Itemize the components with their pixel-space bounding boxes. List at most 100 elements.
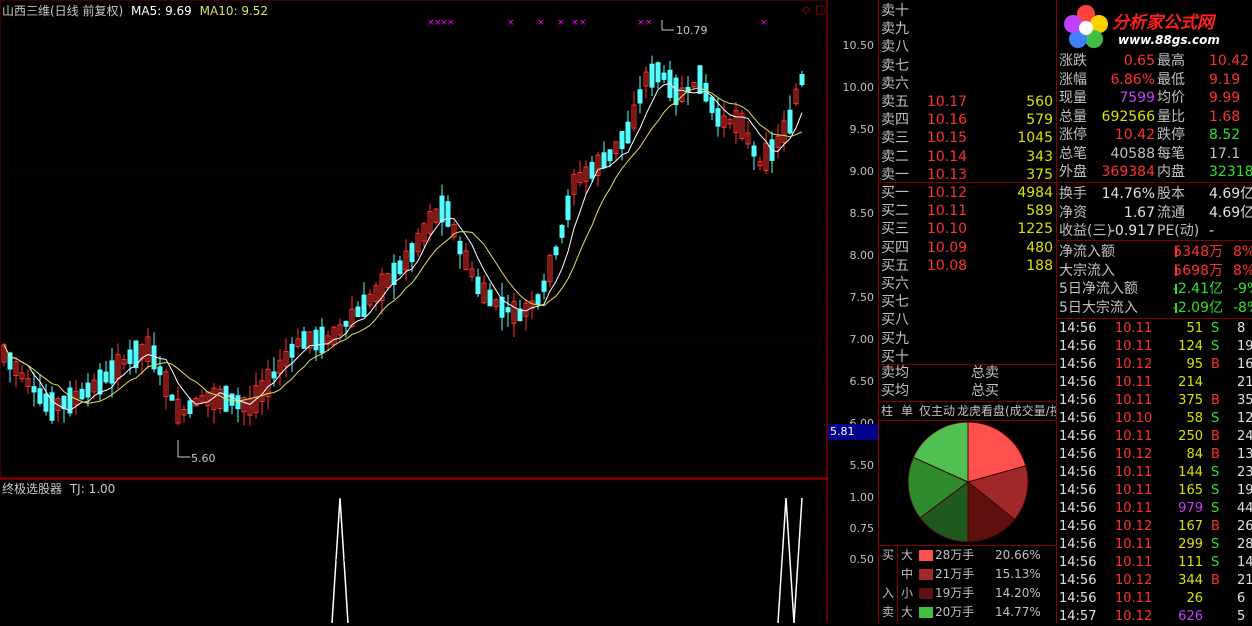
quote-row: 换手 14.76% 股本 4.69亿 [1057, 185, 1252, 203]
diamond-icon[interactable]: ◇ [802, 3, 810, 16]
sell-order-row[interactable]: 卖五 10.17 560 [879, 93, 1057, 111]
buy-order-row[interactable]: 买一 10.12 4984 [879, 184, 1057, 202]
buy-order-row[interactable]: 买九 [879, 330, 1057, 348]
tick-row[interactable]: 14:56 10.12 167 B 26 [1057, 518, 1252, 536]
candle [103, 371, 109, 383]
flow-value: -2.41亿 [1172, 281, 1223, 297]
indicator-name: 终极选股器 [2, 482, 63, 496]
sell-order-row[interactable]: 卖三 10.15 1045 [879, 129, 1057, 147]
tick-price: 10.11 [1115, 591, 1153, 606]
high-marker-label: 10.79 [676, 24, 708, 37]
tick-row[interactable]: 14:57 10.12 626 5 [1057, 608, 1252, 626]
window-box-icon[interactable]: □ [815, 3, 825, 16]
tick-row[interactable]: 14:56 10.11 375 B 35 [1057, 392, 1252, 410]
quote-row: 外盘 369384内盘 323182 [1057, 163, 1252, 181]
sell-order-row[interactable]: 卖七 [879, 57, 1057, 75]
order-volume: 343 [1026, 148, 1053, 165]
kline-svg[interactable]: 10.795.60× ×× × × × × × × × × × [0, 0, 828, 624]
quote-value: 8.52 [1209, 127, 1241, 143]
legend-pct: 14.77% [995, 605, 1041, 619]
tick-row[interactable]: 14:56 10.12 84 B 13 [1057, 446, 1252, 464]
tick-row[interactable]: 14:56 10.11 111 S 14 [1057, 554, 1252, 572]
flow-value: -2.09亿 [1172, 299, 1223, 316]
sell-order-row[interactable]: 卖二 10.14 343 [879, 148, 1057, 166]
candle [655, 62, 661, 83]
candle [589, 161, 595, 179]
candle [169, 394, 175, 401]
tick-side: B [1211, 393, 1220, 408]
legend-pct: 15.13% [995, 567, 1041, 581]
buy-order-row[interactable]: 买五 10.08 188 [879, 257, 1057, 275]
tick-volume: 344 [1178, 573, 1203, 588]
tab-bar[interactable]: 柱 [881, 402, 893, 420]
tick-row[interactable]: 14:56 10.11 144 S 23 [1057, 464, 1252, 482]
order-panel-tabs: 柱 单 仅主动 龙虎看盘(成交量/按 [879, 402, 1057, 420]
buy-order-row[interactable]: 买七 [879, 293, 1057, 311]
sell-order-row[interactable]: 卖六 [879, 75, 1057, 93]
tick-row[interactable]: 14:56 10.12 95 B 16 [1057, 356, 1252, 374]
quote-label: 净资 [1059, 204, 1087, 221]
buy-order-row[interactable]: 买六 [879, 275, 1057, 293]
buy-order-row[interactable]: 买四 10.09 480 [879, 239, 1057, 257]
tick-row[interactable]: 14:56 10.12 344 B 21 [1057, 572, 1252, 590]
sell-order-row[interactable]: 卖十 [879, 2, 1057, 20]
flow-value: 5698万 [1173, 262, 1223, 279]
flow-pct: 8% [1233, 262, 1252, 279]
order-level-label: 买六 [881, 276, 909, 292]
quote-row: 现量 7599 均价 9.99 [1057, 89, 1252, 107]
candle [565, 195, 571, 221]
tab-single[interactable]: 单 [901, 402, 913, 420]
quote-label: PE(动) [1157, 223, 1200, 239]
quote-label: 跌停 [1157, 127, 1185, 143]
tick-row[interactable]: 14:56 10.11 124 S 19 [1057, 338, 1252, 356]
tick-count: 19 [1237, 339, 1252, 354]
flow-label: 5日大宗流入 [1059, 299, 1138, 316]
candle [457, 240, 463, 255]
quote-label: 内盘 [1157, 164, 1185, 180]
sell-order-row[interactable]: 卖四 10.16 579 [879, 111, 1057, 129]
candle [157, 366, 163, 376]
price-axis-label: 7.50 [849, 291, 875, 304]
indicator-axis-label: 0.75 [849, 522, 875, 535]
candle [319, 326, 325, 354]
candle [301, 331, 307, 349]
buy-order-row[interactable]: 买八 [879, 311, 1057, 329]
tick-row[interactable]: 14:56 10.10 58 S 12 [1057, 410, 1252, 428]
flow-pct: -9% [1233, 281, 1252, 297]
tick-row[interactable]: 14:56 10.11 250 B 24 [1057, 428, 1252, 446]
tick-row[interactable]: 14:56 10.11 299 S 28 [1057, 536, 1252, 554]
tick-time: 14:56 [1059, 519, 1097, 534]
buy-order-row[interactable]: 买二 10.11 589 [879, 202, 1057, 220]
tick-row[interactable]: 14:56 10.11 214 21 [1057, 374, 1252, 392]
price-axis-label: 9.00 [849, 165, 875, 178]
tab-active-only[interactable]: 仅主动 [919, 402, 955, 420]
tick-time: 14:56 [1059, 339, 1097, 354]
order-level-label: 卖六 [881, 75, 909, 92]
tick-price: 10.11 [1115, 483, 1153, 498]
sell-order-row[interactable]: 卖九 [879, 20, 1057, 38]
tick-count: 21 [1237, 573, 1252, 588]
tick-count: 5 [1237, 609, 1246, 624]
legend-side: 卖 [882, 605, 895, 619]
buy-order-row[interactable]: 买三 10.10 1225 [879, 220, 1057, 238]
tab-longhu[interactable]: 龙虎看盘(成交量/按 [957, 402, 1057, 420]
candle [487, 289, 493, 307]
tick-row[interactable]: 14:56 10.11 26 6 [1057, 590, 1252, 608]
order-price: 10.09 [927, 239, 968, 256]
kline-chart-area[interactable]: 10.79 5.60 × × × × × × × × × × × × [0, 0, 828, 624]
order-level-label: 买五 [881, 257, 909, 274]
sell-order-row[interactable]: 卖八 [879, 38, 1057, 56]
tick-volume: 299 [1178, 537, 1203, 552]
tick-price: 10.11 [1115, 375, 1153, 390]
order-volume: 560 [1026, 94, 1053, 110]
tick-row[interactable]: 14:56 10.11 51 S 8 [1057, 320, 1252, 338]
tick-time: 14:56 [1059, 573, 1097, 588]
tick-time: 14:56 [1059, 501, 1097, 516]
tick-row[interactable]: 14:56 10.11 165 S 19 [1057, 482, 1252, 500]
tick-row[interactable]: 14:56 10.11 979 S 44 [1057, 500, 1252, 518]
price-axis-label: 7.00 [849, 333, 875, 346]
flow-row: 大宗流入 5698万 8% [1057, 262, 1252, 280]
total-buy-label: 总买 [971, 383, 999, 399]
candle [109, 360, 115, 384]
candle [637, 89, 643, 104]
